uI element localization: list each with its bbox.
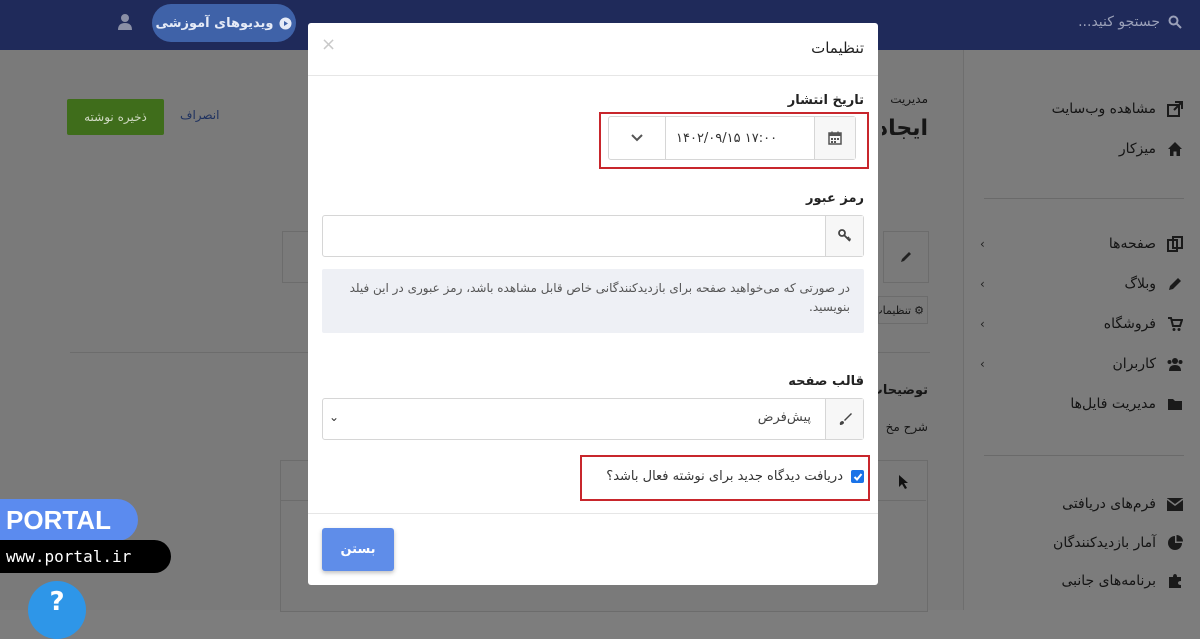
checkmark-icon	[853, 472, 862, 481]
chevron-left-icon: ‹	[980, 357, 985, 371]
pencil-icon	[901, 252, 911, 262]
publish-date-picker[interactable]: ۱۴۰۲/۰۹/۱۵ ۱۷:۰۰	[608, 116, 856, 160]
close-button[interactable]: بستن	[322, 528, 394, 571]
help-button[interactable]: ?	[28, 581, 86, 639]
description-label: توضیحات	[878, 383, 928, 398]
chevron-down-icon	[631, 134, 643, 142]
breadcrumb: مدیریت	[890, 92, 928, 106]
sidebar-item-label: صفحه‌ها	[1108, 236, 1156, 252]
sidebar-divider	[984, 198, 1184, 199]
settings-modal: تنظیمات × تاریخ انتشار ۱۴۰۲/۰۹/۱۵ ۱۷:۰۰ …	[308, 23, 878, 585]
publish-date-label: تاریخ انتشار	[787, 93, 864, 108]
pages-icon	[1166, 235, 1184, 253]
settings-button-label: تنظیمات	[879, 303, 912, 317]
comments-setting[interactable]: دریافت دیدگاه جدید برای نوشته فعال باشد؟	[606, 469, 864, 484]
cancel-link[interactable]: انصراف	[180, 108, 219, 122]
tutorial-videos-button[interactable]: ویدیوهای آموزشی	[152, 4, 296, 42]
search-icon	[1168, 15, 1182, 29]
cart-icon	[1166, 315, 1184, 333]
date-dropdown-toggle[interactable]	[609, 117, 666, 159]
tutorial-videos-label: ویدیوهای آموزشی	[155, 15, 274, 31]
sidebar: مشاهده وب‌سایت میزکار صفحه‌ها ‹ وبلاگ ‹ …	[963, 50, 1200, 610]
sidebar-item-blog[interactable]: وبلاگ	[1124, 275, 1184, 293]
chevron-left-icon: ‹	[980, 237, 985, 251]
template-label: قالب صفحه	[788, 374, 864, 389]
home-icon	[1166, 140, 1184, 158]
page-heading: ایجاد	[882, 116, 928, 141]
sidebar-item-label: مدیریت فایل‌ها	[1070, 396, 1156, 412]
envelope-icon	[1166, 495, 1184, 513]
sidebar-item-label: کاربران	[1112, 356, 1156, 372]
chevron-left-icon: ‹	[980, 317, 985, 331]
modal-header: تنظیمات ×	[308, 23, 878, 76]
password-help-note: در صورتی که می‌خواهید صفحه برای بازدیدکن…	[322, 269, 864, 333]
sidebar-divider	[984, 455, 1184, 456]
gear-icon: ⚙	[914, 303, 924, 317]
cursor-icon	[899, 475, 908, 489]
sidebar-item-label: فروشگاه	[1103, 316, 1156, 332]
password-label: رمز عبور	[806, 191, 864, 206]
sidebar-item-addons[interactable]: برنامه‌های جانبی	[1061, 572, 1184, 590]
chevron-down-icon: ⌄	[329, 410, 340, 424]
portal-logo: PORTAL	[0, 499, 138, 541]
sidebar-item-pages[interactable]: صفحه‌ها	[1109, 235, 1184, 253]
comments-checkbox-label: دریافت دیدگاه جدید برای نوشته فعال باشد؟	[606, 469, 843, 484]
pie-chart-icon	[1166, 534, 1184, 552]
folder-icon	[1166, 395, 1184, 413]
settings-button-fragment[interactable]: ⚙ تنظیمات	[878, 296, 928, 324]
sidebar-item-label: آمار بازدیدکنندگان	[1053, 535, 1156, 551]
close-icon[interactable]: ×	[321, 34, 336, 55]
sidebar-item-visitor-stats[interactable]: آمار بازدیدکنندگان	[1053, 534, 1184, 552]
publish-date-value[interactable]: ۱۴۰۲/۰۹/۱۵ ۱۷:۰۰	[666, 117, 814, 159]
paint-brush-icon	[825, 399, 863, 439]
puzzle-icon	[1166, 572, 1184, 590]
sidebar-item-label: فرم‌های دریافتی	[1062, 496, 1156, 512]
modal-footer-divider	[308, 513, 878, 514]
sidebar-item-label: برنامه‌های جانبی	[1061, 573, 1156, 589]
template-select[interactable]: پیش‌فرض ⌄	[322, 398, 864, 440]
key-icon	[825, 216, 863, 256]
modal-title: تنظیمات	[811, 39, 864, 57]
comments-checkbox[interactable]	[851, 470, 864, 483]
pencil-icon	[1166, 275, 1184, 293]
external-link-icon	[1166, 100, 1184, 118]
sidebar-item-label: مشاهده وب‌سایت	[1051, 101, 1156, 117]
play-circle-icon	[279, 17, 292, 29]
users-icon	[1166, 355, 1184, 373]
sidebar-item-users[interactable]: کاربران	[1113, 355, 1184, 373]
sidebar-item-view-website[interactable]: مشاهده وب‌سایت	[1052, 100, 1184, 118]
save-post-button[interactable]: ذخیره نوشته	[67, 99, 164, 135]
search-placeholder: جستجو کنید...	[1078, 14, 1160, 30]
sidebar-item-shop[interactable]: فروشگاه	[1104, 315, 1184, 333]
sidebar-item-label: میزکار	[1118, 141, 1156, 157]
sidebar-item-file-manager[interactable]: مدیریت فایل‌ها	[1070, 395, 1184, 413]
sidebar-item-dashboard[interactable]: میزکار	[1119, 140, 1184, 158]
user-icon[interactable]	[117, 13, 133, 31]
portal-url: www.portal.ir	[0, 540, 171, 573]
sidebar-item-received-forms[interactable]: فرم‌های دریافتی	[1062, 495, 1184, 513]
sidebar-item-label: وبلاگ	[1124, 276, 1156, 292]
chevron-left-icon: ‹	[980, 277, 985, 291]
password-field[interactable]	[322, 215, 864, 257]
edit-pencil-box[interactable]	[883, 231, 929, 283]
template-selected-value: پیش‌فرض	[757, 410, 811, 425]
search-box[interactable]: جستجو کنید...	[1078, 14, 1182, 30]
calendar-icon[interactable]	[814, 117, 855, 159]
password-help-text: در صورتی که می‌خواهید صفحه برای بازدیدکن…	[349, 281, 850, 314]
description-sublabel: شرح مخ	[885, 420, 928, 434]
